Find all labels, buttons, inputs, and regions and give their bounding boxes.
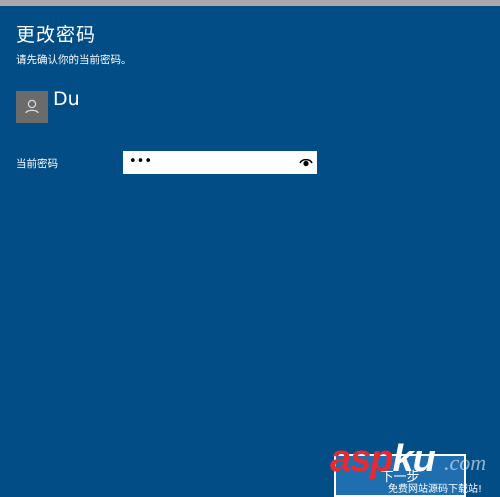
- avatar: [16, 91, 48, 123]
- user-name: Du: [53, 88, 80, 110]
- next-button-label: 下一步: [380, 470, 420, 485]
- next-button[interactable]: 下一步: [334, 454, 466, 497]
- current-password-label: 当前密码: [16, 158, 58, 170]
- current-password-field[interactable]: •••: [123, 151, 317, 174]
- window-top-strip: [0, 0, 500, 6]
- person-icon: [25, 99, 39, 114]
- page-title: 更改密码: [16, 24, 97, 46]
- current-password-value: •••: [129, 154, 153, 169]
- page-subtitle: 请先确认你的当前密码。: [16, 54, 132, 66]
- eye-icon[interactable]: [299, 156, 313, 168]
